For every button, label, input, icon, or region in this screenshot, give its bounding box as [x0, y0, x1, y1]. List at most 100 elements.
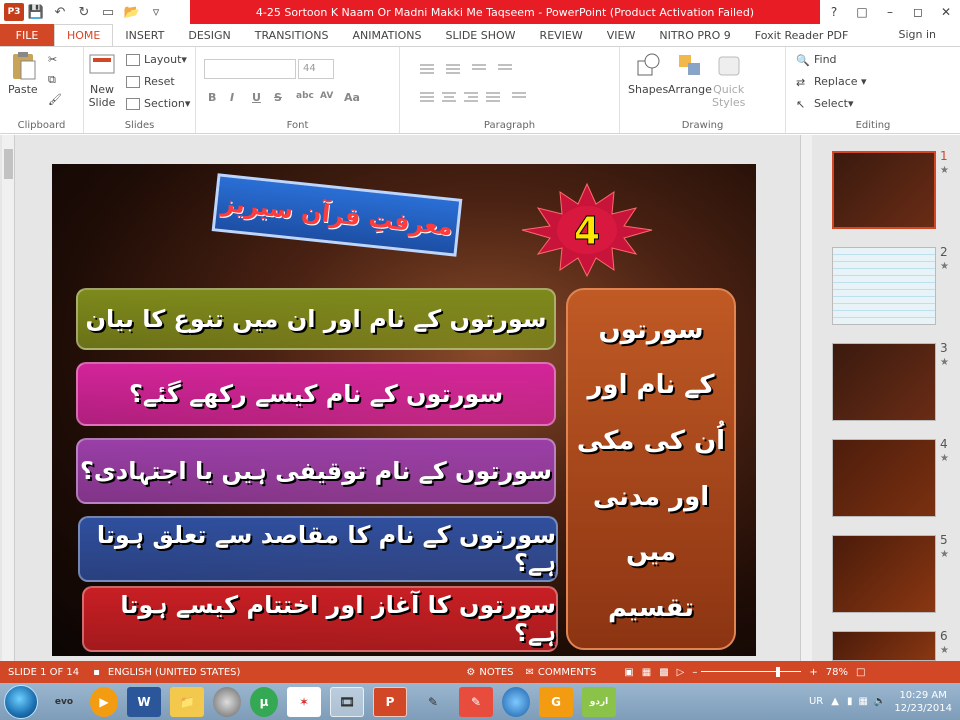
thumbnail-scrollbar[interactable]: [800, 135, 812, 661]
change-case-button[interactable]: Aa: [344, 91, 360, 104]
layout-button[interactable]: Layout ▾: [126, 53, 187, 66]
input-language[interactable]: UR: [809, 696, 823, 707]
taskbar-pdf-icon[interactable]: ✎: [459, 686, 493, 717]
comments-button[interactable]: COMMENTS: [538, 667, 596, 678]
font-name-input[interactable]: [204, 59, 296, 79]
tab-review[interactable]: REVIEW: [528, 24, 595, 46]
spellcheck-icon[interactable]: ▪: [93, 667, 100, 678]
reset-button[interactable]: Reset: [126, 75, 175, 88]
taskbar-explorer-icon[interactable]: 📁: [170, 686, 204, 717]
select-button[interactable]: ↖ Select ▾: [796, 97, 853, 111]
tab-foxit-reader[interactable]: Foxit Reader PDF: [743, 24, 861, 46]
text-shadow-button[interactable]: abc: [296, 91, 314, 101]
character-spacing-button[interactable]: AV: [320, 91, 333, 101]
topic-bar-1[interactable]: سورتوں کے نام اور ان میں تنوع کا بیان: [76, 288, 556, 350]
zoom-slider[interactable]: [701, 667, 802, 677]
quick-styles-button[interactable]: Quick Styles: [712, 51, 745, 109]
tray-expand-icon[interactable]: ▲: [831, 696, 839, 707]
zoom-in-icon[interactable]: +: [809, 667, 817, 678]
zoom-level[interactable]: 78%: [826, 667, 848, 678]
slide-sorter-icon[interactable]: ▦: [642, 667, 651, 678]
topic-bar-4[interactable]: سورتوں کے نام کا مقاصد سے تعلق ہوتا ہے؟: [78, 516, 558, 582]
taskbar-media-player-icon[interactable]: ▶: [90, 686, 118, 717]
slide-thumbnail-1[interactable]: [832, 151, 936, 229]
ribbon-display-icon[interactable]: □: [848, 0, 876, 24]
editor-scrollbar[interactable]: [2, 135, 15, 661]
taskbar-pencil-icon[interactable]: ✎: [416, 687, 450, 717]
taskbar-urdu-icon[interactable]: اردو: [582, 686, 616, 717]
fit-slide-icon[interactable]: □: [856, 667, 865, 678]
paste-button[interactable]: Paste: [8, 51, 38, 96]
help-icon[interactable]: ?: [820, 0, 848, 24]
reading-view-icon[interactable]: ▩: [659, 667, 668, 678]
undo-icon[interactable]: ↶: [48, 2, 72, 22]
minimize-icon[interactable]: –: [876, 0, 904, 24]
replace-button[interactable]: ⇄ Replace ▾: [796, 75, 867, 89]
arrange-button[interactable]: Arrange: [668, 51, 712, 96]
editor-scroll-thumb[interactable]: [4, 149, 13, 179]
shapes-button[interactable]: Shapes: [628, 51, 668, 96]
powerpoint-app-icon[interactable]: P3: [4, 3, 24, 21]
slide-thumbnail-2[interactable]: [832, 247, 936, 325]
zoom-thumb[interactable]: [776, 667, 781, 677]
save-icon[interactable]: 💾: [24, 2, 48, 22]
bold-button[interactable]: B: [208, 91, 216, 104]
language-indicator[interactable]: ENGLISH (UNITED STATES): [108, 667, 241, 678]
underline-button[interactable]: U: [252, 91, 261, 104]
tab-transitions[interactable]: TRANSITIONS: [243, 24, 341, 46]
tab-animations[interactable]: ANIMATIONS: [340, 24, 433, 46]
zoom-out-icon[interactable]: –: [692, 667, 697, 678]
taskbar-evo-icon[interactable]: evo: [47, 687, 81, 717]
customize-qat-icon[interactable]: ▿: [144, 2, 168, 22]
network-icon[interactable]: ▦: [858, 696, 867, 707]
slide-thumbnail-5[interactable]: [832, 535, 936, 613]
slide-show-icon[interactable]: ▷: [677, 667, 685, 678]
topic-bar-3[interactable]: سورتوں کے نام توقیفی ہیں یا اجتہادی؟: [76, 438, 556, 504]
close-icon[interactable]: ✕: [932, 0, 960, 24]
slide-thumbnail-6[interactable]: [832, 631, 936, 661]
section-button[interactable]: Section ▾: [126, 97, 190, 110]
sign-in-link[interactable]: Sign in: [898, 28, 936, 41]
battery-icon[interactable]: ▮: [847, 696, 853, 707]
taskbar-g-icon[interactable]: G: [539, 686, 573, 717]
new-slide-button[interactable]: New Slide: [88, 51, 116, 109]
find-button[interactable]: 🔍 Find: [796, 53, 837, 67]
font-size-input[interactable]: 44: [298, 59, 334, 79]
cut-icon[interactable]: ✂: [48, 53, 57, 66]
volume-icon[interactable]: 🔈: [874, 696, 886, 707]
normal-view-icon[interactable]: ▣: [624, 667, 633, 678]
starburst-badge[interactable]: 4: [512, 182, 662, 278]
tab-nitro-pro[interactable]: NITRO PRO 9: [647, 24, 742, 46]
side-panel[interactable]: سورتوں کے نام اور اُن کی مکی اور مدنی می…: [566, 288, 736, 650]
presentation-icon[interactable]: ▭: [96, 2, 120, 22]
thumbnail-number-5: 5: [940, 533, 948, 547]
maximize-icon[interactable]: ◻: [904, 0, 932, 24]
taskbar-acrobat-icon[interactable]: ✶: [287, 686, 321, 717]
tab-file[interactable]: FILE: [0, 24, 54, 46]
tab-view[interactable]: VIEW: [595, 24, 648, 46]
start-button[interactable]: [4, 684, 38, 719]
topic-bar-2[interactable]: سورتوں کے نام کیسے رکھے گئے؟: [76, 362, 556, 426]
taskbar-word-icon[interactable]: W: [127, 686, 161, 717]
taskbar-globe-icon[interactable]: [502, 686, 530, 717]
slide-thumbnail-3[interactable]: [832, 343, 936, 421]
strikethrough-button[interactable]: S: [274, 91, 282, 104]
taskbar-utorrent-icon[interactable]: μ: [250, 686, 278, 717]
italic-button[interactable]: I: [230, 91, 234, 104]
open-folder-icon[interactable]: 📂: [120, 2, 144, 22]
taskbar-film-icon[interactable]: 🎞: [330, 686, 364, 717]
tab-insert[interactable]: INSERT: [113, 24, 176, 46]
slide-canvas[interactable]: معرفتِ قرآن سیریز 4 سورتوں کے نام اور ان…: [52, 164, 756, 656]
copy-icon[interactable]: ⧉: [48, 73, 56, 87]
notes-button[interactable]: NOTES: [479, 667, 513, 678]
taskbar-powerpoint-icon[interactable]: P: [373, 686, 407, 717]
clock[interactable]: 10:29 AM 12/23/2014: [894, 689, 952, 715]
topic-bar-5[interactable]: سورتوں کا آغاز اور اختتام کیسے ہوتا ہے؟: [82, 586, 558, 652]
tab-home[interactable]: HOME: [54, 24, 114, 46]
tab-design[interactable]: DESIGN: [176, 24, 242, 46]
tab-slide-show[interactable]: SLIDE SHOW: [433, 24, 527, 46]
format-painter-icon[interactable]: 🖌: [48, 93, 62, 106]
redo-icon[interactable]: ↻: [72, 2, 96, 22]
taskbar-chrome-icon[interactable]: [213, 686, 241, 717]
slide-thumbnail-4[interactable]: [832, 439, 936, 517]
